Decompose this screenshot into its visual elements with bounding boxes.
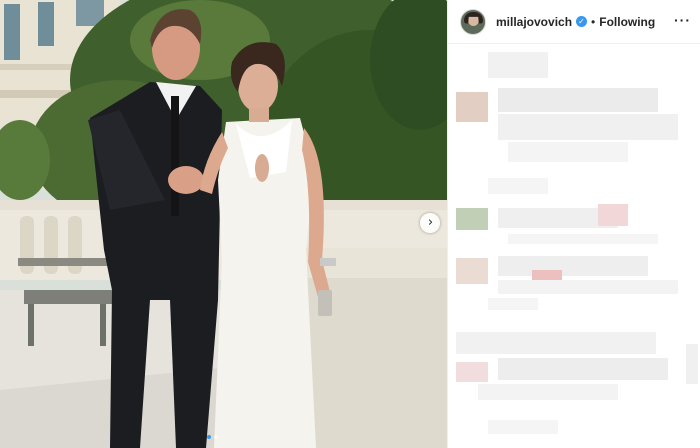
more-horizontal-icon[interactable]: ··· [674,13,691,27]
avatar[interactable] [460,8,486,35]
carousel-dot [207,435,211,439]
post-side-panel: millajovovich ✓ • Following ··· [447,0,700,448]
verified-badge-icon: ✓ [576,16,588,27]
chevron-right-icon: › [427,215,434,230]
carousel-indicator [207,435,218,439]
post-header: millajovovich ✓ • Following ··· [448,0,700,44]
following-button[interactable]: Following [599,15,655,29]
carousel-dot [214,435,218,439]
username-link[interactable]: millajovovich [496,15,572,29]
photo-illustration [0,0,447,448]
blurred-comments [456,52,698,434]
separator-dot: • [591,14,596,29]
post-photo[interactable]: › [0,0,447,448]
next-photo-button[interactable]: › [420,213,440,233]
